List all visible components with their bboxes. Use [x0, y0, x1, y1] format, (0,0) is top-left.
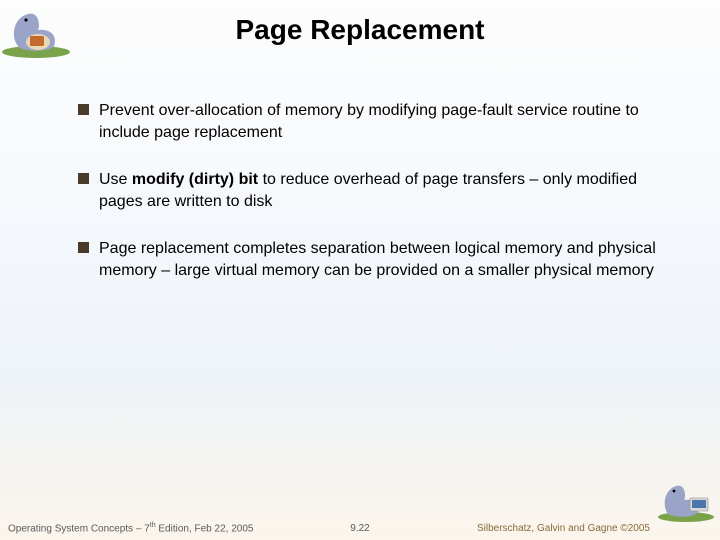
bullet-text: Use modify (dirty) bit to reduce overhea…: [99, 169, 670, 212]
bullet-text: Prevent over-allocation of memory by mod…: [99, 100, 670, 143]
content-area: Prevent over-allocation of memory by mod…: [78, 100, 670, 308]
list-item: Prevent over-allocation of memory by mod…: [78, 100, 670, 143]
footer-left: Operating System Concepts – 7th Edition,…: [8, 522, 253, 534]
dinosaur-logo-icon: [0, 0, 72, 58]
bullet-text: Page replacement completes separation be…: [99, 238, 670, 281]
footer: Operating System Concepts – 7th Edition,…: [0, 518, 720, 534]
footer-left-post: Edition, Feb 22, 2005: [156, 523, 254, 534]
bullet-icon: [78, 104, 89, 115]
footer-copyright: Silberschatz, Galvin and Gagne ©2005: [477, 523, 650, 534]
footer-page-number: 9.22: [350, 523, 369, 534]
footer-left-pre: Operating System Concepts – 7: [8, 523, 150, 534]
page-title: Page Replacement: [0, 0, 720, 46]
dinosaur-computer-logo-icon: [656, 476, 716, 522]
bullet-text-pre: Prevent over-allocation of memory by mod…: [99, 102, 639, 141]
bullet-text-bold: modify (dirty) bit: [132, 171, 258, 188]
bullet-text-pre: Page replacement completes separation be…: [99, 240, 656, 279]
bullet-text-pre: Use: [99, 171, 132, 188]
bullet-icon: [78, 173, 89, 184]
list-item: Use modify (dirty) bit to reduce overhea…: [78, 169, 670, 212]
list-item: Page replacement completes separation be…: [78, 238, 670, 281]
bullet-icon: [78, 242, 89, 253]
slide: Page Replacement Prevent over-allocation…: [0, 0, 720, 540]
